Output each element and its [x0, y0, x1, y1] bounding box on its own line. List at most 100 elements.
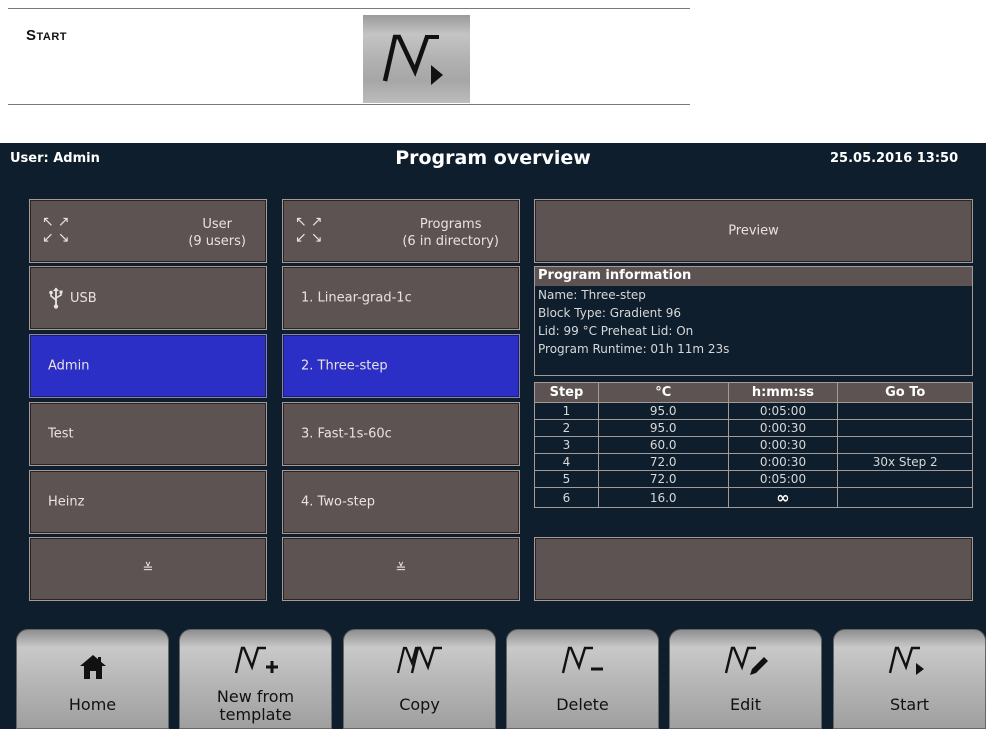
step-number: 4 — [534, 453, 599, 471]
user-header-button[interactable]: ↖↗ ↙↘ User (9 users) — [29, 199, 267, 263]
delete-button[interactable]: Delete — [506, 629, 659, 729]
step-temperature: 95.0 — [597, 419, 729, 437]
step-goto — [837, 419, 973, 437]
start-button[interactable]: Start — [833, 629, 986, 729]
step-temperature: 72.0 — [597, 470, 729, 488]
start-program-icon — [888, 646, 924, 675]
step-temperature: 60.0 — [597, 436, 729, 454]
user-item-usb[interactable]: USB — [29, 266, 267, 330]
programs-header-count: (6 in directory) — [402, 234, 499, 249]
expand-arrows-icon: ↖↗ ↙↘ — [42, 214, 74, 246]
date-time: 25.05.2016 13:50 — [830, 151, 959, 166]
start-program-icon — [382, 34, 443, 85]
manual-start-label: Start — [26, 27, 68, 44]
program-item-fast-1s-60c[interactable]: 3. Fast-1s-60c — [282, 402, 520, 466]
user-item-heinz[interactable]: Heinz — [29, 470, 267, 534]
program-item-label: 4. Two-step — [301, 494, 375, 510]
user-item-label: USB — [70, 290, 97, 306]
home-icon — [79, 655, 106, 679]
program-runtime: Program Runtime: 01h 11m 23s — [538, 342, 730, 356]
program-item-label: 3. Fast-1s-60c — [301, 426, 392, 442]
device-screen: User: Admin Program overview 25.05.2016 … — [0, 143, 986, 729]
program-item-linear-grad-1c[interactable]: 1. Linear-grad-1c — [282, 266, 520, 330]
copy-program-icon — [396, 646, 442, 674]
program-information-header: Program information — [535, 267, 972, 286]
step-goto — [837, 470, 973, 488]
program-name: Name: Three-step — [538, 288, 646, 302]
table-row: 1 95.0 0:05:00 — [534, 402, 973, 420]
step-number: 6 — [534, 487, 599, 508]
column-header-temperature: °C — [597, 382, 729, 403]
step-time: 0:05:00 — [727, 470, 839, 488]
user-item-admin[interactable]: Admin — [29, 334, 267, 398]
home-button-label: Home — [68, 695, 117, 714]
program-item-three-step[interactable]: 2. Three-step — [282, 334, 520, 398]
table-row: 2 95.0 0:00:30 — [534, 419, 973, 437]
double-chevron-down-icon: ≚ — [395, 561, 407, 577]
step-time: 0:05:00 — [727, 402, 839, 420]
program-item-two-step[interactable]: 4. Two-step — [282, 470, 520, 534]
step-time: ∞ — [727, 487, 839, 508]
delete-program-icon — [561, 646, 603, 674]
program-scroll-down-button[interactable]: ≚ — [282, 537, 520, 601]
step-temperature: 72.0 — [597, 453, 729, 471]
lid-settings: Lid: 99 °C Preheat Lid: On — [538, 324, 694, 338]
programs-header-title: Programs — [419, 217, 482, 232]
steps-table: Step °C h:mm:ss Go To 1 95.0 0:05:00 2 9… — [534, 382, 973, 508]
step-time: 0:00:30 — [727, 453, 839, 471]
expand-arrows-icon: ↖↗ ↙↘ — [295, 214, 327, 246]
preview-button[interactable]: Preview — [534, 199, 973, 263]
program-item-label: 1. Linear-grad-1c — [301, 290, 412, 306]
user-scroll-down-button[interactable]: ≚ — [29, 537, 267, 601]
table-row: 6 16.0 ∞ — [534, 487, 973, 508]
usb-icon — [49, 287, 63, 309]
copy-button-label: Copy — [399, 695, 440, 714]
programs-header-button[interactable]: ↖↗ ↙↘ Programs (6 in directory) — [282, 199, 520, 263]
manual-top-rule — [8, 8, 690, 9]
step-temperature: 16.0 — [597, 487, 729, 508]
start-button-illustration — [363, 15, 470, 103]
program-item-label: 2. Three-step — [301, 358, 388, 374]
double-chevron-down-icon: ≚ — [142, 561, 154, 577]
step-time: 0:00:30 — [727, 436, 839, 454]
start-button-label: Start — [889, 695, 930, 714]
edit-button[interactable]: Edit — [669, 629, 822, 729]
steps-table-header: Step °C h:mm:ss Go To — [534, 382, 973, 403]
column-header-goto: Go To — [837, 382, 973, 403]
step-temperature: 95.0 — [597, 402, 729, 420]
table-row: 3 60.0 0:00:30 — [534, 436, 973, 454]
table-row: 5 72.0 0:05:00 — [534, 470, 973, 488]
step-goto — [837, 487, 973, 508]
delete-button-label: Delete — [556, 695, 609, 714]
step-number: 5 — [534, 470, 599, 488]
step-number: 3 — [534, 436, 599, 454]
new-button-label-line1: New from — [216, 687, 295, 706]
step-goto: 30x Step 2 — [837, 453, 973, 471]
step-number: 2 — [534, 419, 599, 437]
user-item-label: Test — [48, 426, 74, 442]
user-header-count: (9 users) — [188, 234, 246, 249]
program-information-panel: Program information Name: Three-step Blo… — [534, 266, 973, 376]
table-row: 4 72.0 0:00:30 30x Step 2 — [534, 453, 973, 471]
empty-panel — [534, 537, 973, 601]
home-button[interactable]: Home — [16, 629, 169, 729]
column-header-time: h:mm:ss — [727, 382, 839, 403]
user-item-test[interactable]: Test — [29, 402, 267, 466]
block-type: Block Type: Gradient 96 — [538, 306, 682, 320]
edit-button-label: Edit — [730, 695, 761, 714]
step-number: 1 — [534, 402, 599, 420]
user-item-label: Admin — [48, 358, 90, 374]
step-goto — [837, 402, 973, 420]
edit-program-icon — [724, 646, 768, 675]
step-goto — [837, 436, 973, 454]
preview-label: Preview — [728, 223, 779, 239]
new-program-icon — [234, 646, 278, 674]
new-button-label-line2: template — [219, 705, 292, 724]
user-item-label: Heinz — [48, 494, 85, 510]
column-header-step: Step — [534, 382, 599, 403]
new-from-template-button[interactable]: New from template — [179, 629, 332, 729]
user-header-title: User — [202, 217, 232, 232]
manual-bottom-rule — [8, 104, 690, 105]
copy-button[interactable]: Copy — [343, 629, 496, 729]
step-time: 0:00:30 — [727, 419, 839, 437]
